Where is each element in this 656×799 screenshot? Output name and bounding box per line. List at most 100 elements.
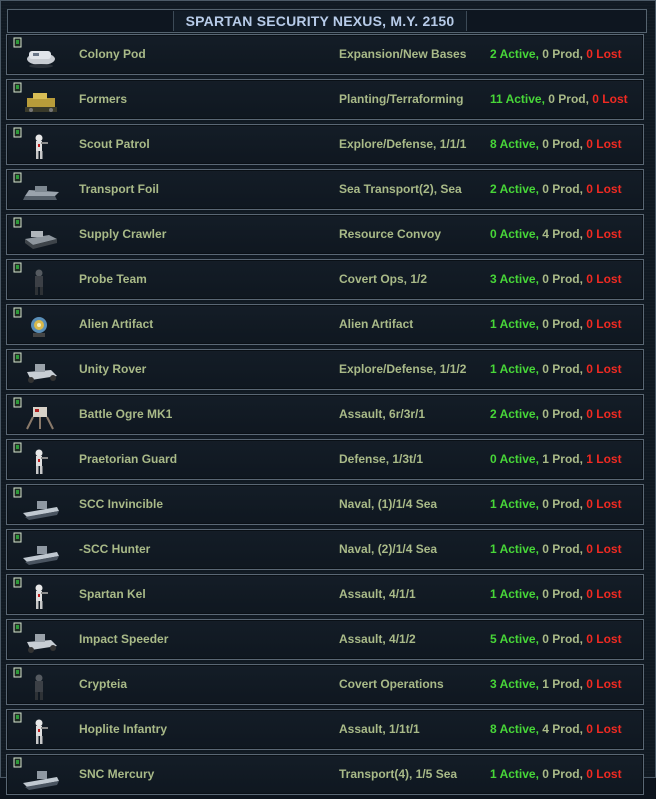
prod-count: 0 Prod,	[538, 182, 587, 196]
lost-count: 0 Lost	[586, 272, 622, 286]
active-count: 2 Active,	[490, 47, 539, 61]
unit-role: Sea Transport(2), Sea	[339, 182, 462, 196]
active-count: 8 Active,	[490, 137, 539, 151]
unit-status: 5 Active, 0 Prod, 0 Lost	[490, 620, 622, 659]
unit-role: Assault, 4/1/1	[339, 587, 416, 601]
rover-icon	[13, 352, 57, 383]
active-count: 0 Active,	[490, 452, 539, 466]
active-count: 0 Active,	[490, 227, 539, 241]
unit-row[interactable]: Unity Rover Explore/Defense, 1/1/2 1 Act…	[6, 349, 644, 390]
prod-count: 1 Prod,	[538, 452, 587, 466]
unit-name: Probe Team	[79, 272, 147, 286]
unit-name: Formers	[79, 92, 128, 106]
unit-status: 1 Active, 0 Prod, 0 Lost	[490, 530, 622, 569]
unit-name: Spartan Kel	[79, 587, 146, 601]
unit-status: 8 Active, 0 Prod, 0 Lost	[490, 125, 622, 164]
unit-row[interactable]: Hoplite Infantry Assault, 1/1t/1 8 Activ…	[6, 709, 644, 750]
unit-name: Transport Foil	[79, 182, 160, 196]
lost-count: 0 Lost	[592, 92, 628, 106]
unit-role: Assault, 4/1/2	[339, 632, 416, 646]
unit-status: 1 Active, 0 Prod, 0 Lost	[490, 485, 622, 524]
lost-count: 0 Lost	[586, 317, 622, 331]
unit-status: 0 Active, 4 Prod, 0 Lost	[490, 215, 622, 254]
unit-status: 2 Active, 0 Prod, 0 Lost	[490, 395, 622, 434]
unit-name: -SCC Hunter	[79, 542, 151, 556]
active-count: 2 Active,	[490, 182, 539, 196]
unit-row[interactable]: Probe Team Covert Ops, 1/2 3 Active, 0 P…	[6, 259, 644, 300]
unit-row[interactable]: Formers Planting/Terraforming 11 Active,…	[6, 79, 644, 120]
unit-status: 1 Active, 0 Prod, 0 Lost	[490, 755, 622, 794]
unit-name: Unity Rover	[79, 362, 147, 376]
unit-row[interactable]: Impact Speeder Assault, 4/1/2 5 Active, …	[6, 619, 644, 660]
former-icon	[13, 82, 57, 112]
unit-row[interactable]: Transport Foil Sea Transport(2), Sea 2 A…	[6, 169, 644, 210]
unit-role: Naval, (1)/1/4 Sea	[339, 497, 438, 511]
unit-row[interactable]: Alien Artifact Alien Artifact 1 Active, …	[6, 304, 644, 345]
infantry-icon	[13, 577, 48, 609]
prod-count: 0 Prod,	[538, 497, 587, 511]
prod-count: 0 Prod,	[544, 92, 593, 106]
unit-row[interactable]: Colony Pod Expansion/New Bases 2 Active,…	[6, 34, 644, 75]
active-count: 1 Active,	[490, 767, 539, 781]
unit-row[interactable]: Supply Crawler Resource Convoy 0 Active,…	[6, 214, 644, 255]
ship-icon	[13, 487, 59, 520]
battle-ogre-icon	[13, 397, 54, 430]
unit-role: Assault, 1/1t/1	[339, 722, 420, 736]
unit-list: Colony Pod Expansion/New Bases 2 Active,…	[6, 34, 644, 799]
unit-status: 3 Active, 1 Prod, 0 Lost	[490, 665, 622, 704]
active-count: 1 Active,	[490, 542, 539, 556]
unit-row[interactable]: Spartan Kel Assault, 4/1/1 1 Active, 0 P…	[6, 574, 644, 615]
unit-role: Explore/Defense, 1/1/1	[339, 137, 467, 151]
unit-name: Supply Crawler	[79, 227, 167, 241]
lost-count: 0 Lost	[586, 497, 622, 511]
unit-row[interactable]: Scout Patrol Explore/Defense, 1/1/1 8 Ac…	[6, 124, 644, 165]
unit-row[interactable]: -SCC Hunter Naval, (2)/1/4 Sea 1 Active,…	[6, 529, 644, 570]
unit-status: 1 Active, 0 Prod, 0 Lost	[490, 305, 622, 344]
unit-role: Defense, 1/3t/1	[339, 452, 424, 466]
unit-row[interactable]: Battle Ogre MK1 Assault, 6r/3r/1 2 Activ…	[6, 394, 644, 435]
infantry-icon	[13, 127, 48, 159]
prod-count: 0 Prod,	[538, 542, 587, 556]
probe-team-icon	[13, 667, 43, 700]
active-count: 3 Active,	[490, 272, 539, 286]
prod-count: 0 Prod,	[538, 272, 587, 286]
unit-name: Alien Artifact	[79, 317, 154, 331]
infantry-icon	[13, 442, 48, 474]
unit-row[interactable]: SCC Invincible Naval, (1)/1/4 Sea 1 Acti…	[6, 484, 644, 525]
unit-row[interactable]: Praetorian Guard Defense, 1/3t/1 0 Activ…	[6, 439, 644, 480]
unit-status: 2 Active, 0 Prod, 0 Lost	[490, 35, 622, 74]
active-count: 8 Active,	[490, 722, 539, 736]
unit-name: Scout Patrol	[79, 137, 150, 151]
colony-pod-icon	[13, 37, 55, 68]
active-count: 1 Active,	[490, 587, 539, 601]
probe-team-icon	[13, 262, 43, 295]
lost-count: 0 Lost	[586, 722, 622, 736]
prod-count: 1 Prod,	[538, 677, 587, 691]
page-title: SPARTAN SECURITY NEXUS, M.Y. 2150	[173, 11, 467, 31]
artifact-icon	[13, 307, 47, 337]
lost-count: 0 Lost	[586, 182, 622, 196]
infantry-icon	[13, 712, 48, 744]
unit-name: SCC Invincible	[79, 497, 164, 511]
lost-count: 0 Lost	[586, 587, 622, 601]
unit-status: 8 Active, 4 Prod, 0 Lost	[490, 710, 622, 749]
lost-count: 0 Lost	[586, 47, 622, 61]
unit-role: Transport(4), 1/5 Sea	[339, 767, 458, 781]
prod-count: 0 Prod,	[538, 362, 587, 376]
unit-row[interactable]: SNC Mercury Transport(4), 1/5 Sea 1 Acti…	[6, 754, 644, 795]
unit-name: Hoplite Infantry	[79, 722, 168, 736]
unit-name: Battle Ogre MK1	[79, 407, 173, 421]
unit-role: Planting/Terraforming	[339, 92, 464, 106]
prod-count: 4 Prod,	[538, 722, 587, 736]
unit-status: 3 Active, 0 Prod, 0 Lost	[490, 260, 622, 299]
unit-role: Resource Convoy	[339, 227, 442, 241]
unit-row[interactable]: Crypteia Covert Operations 3 Active, 1 P…	[6, 664, 644, 705]
unit-status: 1 Active, 0 Prod, 0 Lost	[490, 575, 622, 614]
unit-name: Impact Speeder	[79, 632, 169, 646]
unit-name: Praetorian Guard	[79, 452, 178, 466]
prod-count: 0 Prod,	[538, 767, 587, 781]
crawler-icon	[13, 217, 57, 249]
active-count: 1 Active,	[490, 317, 539, 331]
lost-count: 0 Lost	[586, 137, 622, 151]
rover-icon	[13, 622, 57, 653]
